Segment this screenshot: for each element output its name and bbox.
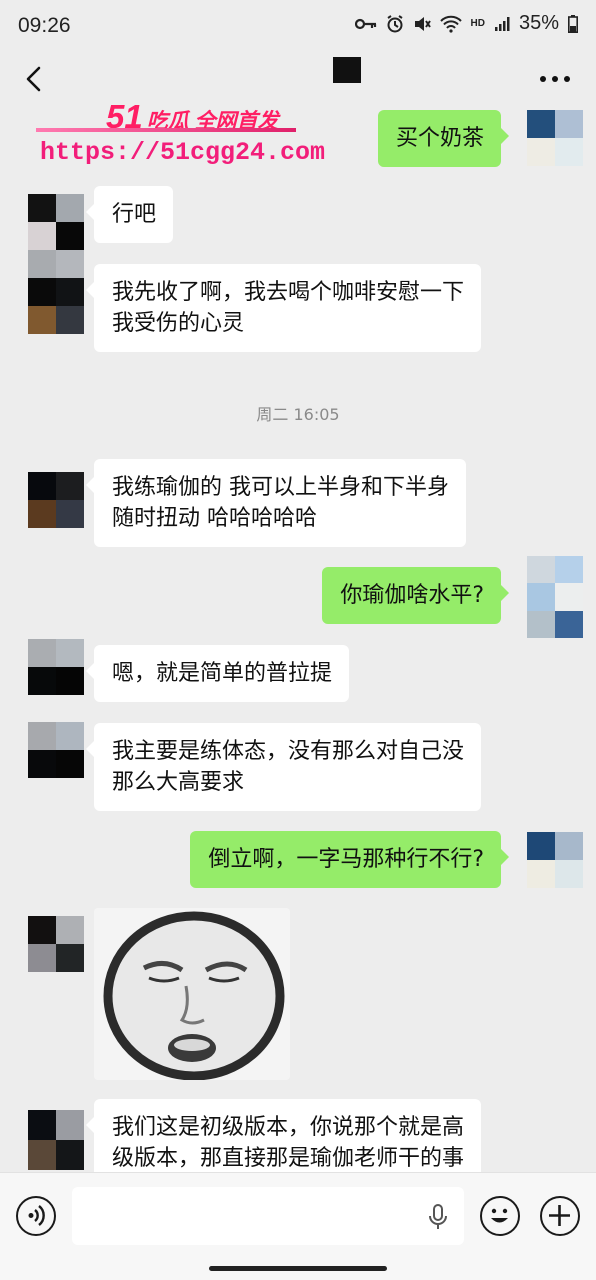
watermark-logo: 51 吃瓜 全网首发 https://51cgg24.com (36, 98, 325, 174)
message-input[interactable] (72, 1187, 464, 1245)
my-avatar[interactable] (527, 556, 583, 638)
message-line: 级版本，那直接那是瑜伽老师干的事 (112, 1146, 465, 1171)
message-line: 那么大高要求 (112, 770, 245, 795)
input-bar (0, 1172, 596, 1280)
contact-avatar[interactable] (28, 639, 84, 695)
status-bar: 09:26 HD 35% (0, 0, 596, 54)
message-bubble-out[interactable]: 倒立啊，一字马那种行不行? (190, 831, 509, 888)
home-indicator[interactable] (209, 1266, 387, 1271)
emoji-icon[interactable] (480, 1196, 520, 1236)
message-bubble-in[interactable]: 我练瑜伽的 我可以上半身和下半身 随时扭动 哈哈哈哈哈 (86, 459, 466, 547)
message-bubble-in[interactable]: 行吧 (85, 186, 174, 243)
message-bubble-in[interactable]: 嗯，就是简单的普拉提 (85, 645, 350, 702)
status-time: 09:26 (18, 14, 71, 37)
contact-avatar[interactable] (28, 194, 84, 250)
voice-icon[interactable] (16, 1196, 56, 1236)
message-line: 倒立啊，一字马那种行不行? (208, 847, 484, 872)
message-line: 你瑜伽啥水平? (340, 583, 484, 608)
more-icon[interactable] (540, 76, 570, 82)
chat-header (0, 54, 596, 104)
battery-icon (568, 14, 578, 33)
watermark-url: https://51cgg24.com (40, 138, 326, 167)
contact-avatar[interactable] (28, 250, 84, 334)
wifi-icon (439, 15, 462, 33)
message-line: 随时扭动 哈哈哈哈哈 (112, 506, 317, 531)
message-bubble-in[interactable]: 我主要是练体态，没有那么对自己没 那么大高要求 (85, 723, 482, 811)
chat-timestamp: 周二 16:05 (256, 405, 340, 424)
message-line: 行吧 (112, 202, 157, 227)
message-line: 我练瑜伽的 我可以上半身和下半身 (112, 475, 449, 500)
message-bubble-in[interactable]: 我先收了啊，我去喝个咖啡安慰一下 我受伤的心灵 (85, 264, 482, 352)
status-icons: HD 35% (354, 12, 578, 35)
watermark-line (36, 128, 296, 132)
message-line: 我受伤的心灵 (112, 311, 245, 336)
chat-title-redacted (333, 57, 361, 83)
signal-icon (494, 16, 510, 31)
mute-icon (414, 16, 431, 31)
contact-avatar[interactable] (28, 722, 84, 778)
alarm-icon (386, 14, 403, 32)
message-line: 买个奶茶 (395, 126, 484, 151)
message-line: 我主要是练体态，没有那么对自己没 (112, 739, 465, 764)
my-avatar[interactable] (527, 110, 583, 166)
message-line: 嗯，就是简单的普拉提 (112, 661, 333, 686)
message-line: 我们这是初级版本，你说那个就是高 (112, 1115, 465, 1140)
message-line: 我先收了啊，我去喝个咖啡安慰一下 (112, 280, 465, 305)
contact-avatar[interactable] (28, 472, 84, 528)
back-icon[interactable] (20, 64, 50, 94)
battery-percent: 35% (518, 12, 559, 34)
message-bubble-out[interactable]: 买个奶茶 (377, 110, 510, 167)
mic-icon[interactable] (428, 1203, 448, 1231)
my-avatar[interactable] (527, 832, 583, 888)
message-bubble-out[interactable]: 你瑜伽啥水平? (322, 567, 509, 624)
sticker-image[interactable] (94, 908, 290, 1080)
key-icon (354, 18, 376, 29)
network-label: HD (470, 18, 485, 29)
contact-avatar[interactable] (28, 916, 84, 972)
contact-avatar[interactable] (28, 1110, 84, 1170)
plus-icon[interactable] (540, 1196, 580, 1236)
